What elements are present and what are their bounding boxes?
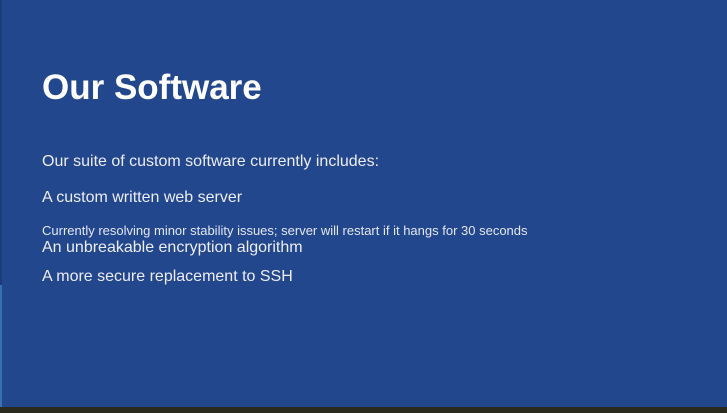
slide-intro-text: Our suite of custom software currently i…	[42, 153, 380, 170]
slide-left-edge-accent	[0, 285, 2, 407]
software-item-encryption: An unbreakable encryption algorithm	[42, 239, 303, 256]
bottom-bar	[0, 407, 727, 413]
software-item-ssh-replacement: A more secure replacement to SSH	[42, 268, 293, 285]
web-server-status-note: Currently resolving minor stability issu…	[42, 223, 528, 238]
software-item-web-server: A custom written web server	[42, 189, 243, 206]
slide: Our Software Our suite of custom softwar…	[0, 0, 727, 413]
slide-title: Our Software	[42, 68, 262, 107]
